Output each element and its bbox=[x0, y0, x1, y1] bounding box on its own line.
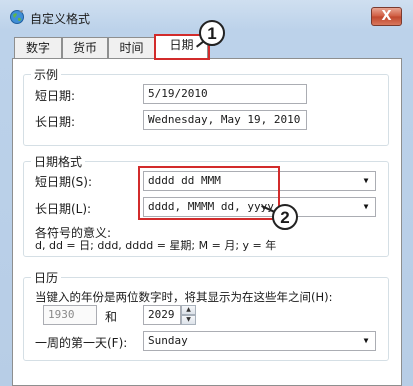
examples-legend: 示例 bbox=[31, 66, 62, 83]
window-title: 自定义格式 bbox=[30, 12, 91, 26]
and-label: 和 bbox=[105, 310, 118, 324]
tab-number[interactable]: 数字 bbox=[14, 37, 62, 58]
example-short-label: 短日期: bbox=[35, 89, 76, 103]
chevron-down-icon[interactable]: ▼ bbox=[360, 172, 372, 190]
year-to-field[interactable]: 2029 bbox=[143, 305, 181, 325]
first-day-value: Sunday bbox=[148, 334, 188, 347]
tab-panel: 示例 短日期: 5/19/2010 长日期: Wednesday, May 19… bbox=[12, 58, 402, 386]
date-formats-legend: 日期格式 bbox=[31, 153, 86, 170]
spin-up-icon[interactable]: ▲ bbox=[181, 305, 196, 315]
chevron-down-icon[interactable]: ▼ bbox=[360, 332, 372, 350]
calendar-legend: 日历 bbox=[31, 269, 62, 286]
year-from-field: 1930 bbox=[43, 305, 97, 325]
callout-1: 1 bbox=[199, 20, 225, 46]
tab-time[interactable]: 时间 bbox=[108, 37, 155, 58]
first-day-label: 一周的第一天(F): bbox=[35, 336, 128, 350]
long-date-label: 长日期(L): bbox=[35, 202, 92, 216]
close-button[interactable]: X bbox=[371, 7, 402, 26]
notation-text: d, dd = 日; ddd, dddd = 星期; M = 月; y = 年 bbox=[35, 239, 277, 252]
year-spinner[interactable]: ▲ ▼ bbox=[181, 305, 196, 325]
example-long-label: 长日期: bbox=[35, 115, 76, 129]
globe-icon bbox=[10, 10, 24, 24]
spin-down-icon[interactable]: ▼ bbox=[181, 315, 196, 325]
dialog-window: 自定义格式 X 数字 货币 时间 日期 示例 短日期: 5/19/2010 长日… bbox=[0, 0, 413, 386]
example-long-value: Wednesday, May 19, 2010 bbox=[143, 110, 307, 130]
example-short-value: 5/19/2010 bbox=[143, 84, 307, 104]
tab-currency[interactable]: 货币 bbox=[62, 37, 108, 58]
two-digit-year-text: 当键入的年份是两位数字时，将其显示为在这些年之间(H): bbox=[35, 290, 333, 304]
first-day-combo[interactable]: Sunday ▼ bbox=[143, 331, 376, 351]
highlight-format-combos bbox=[138, 166, 280, 220]
chevron-down-icon[interactable]: ▼ bbox=[360, 198, 372, 216]
callout-2: 2 bbox=[272, 204, 298, 230]
short-date-label: 短日期(S): bbox=[35, 175, 93, 189]
